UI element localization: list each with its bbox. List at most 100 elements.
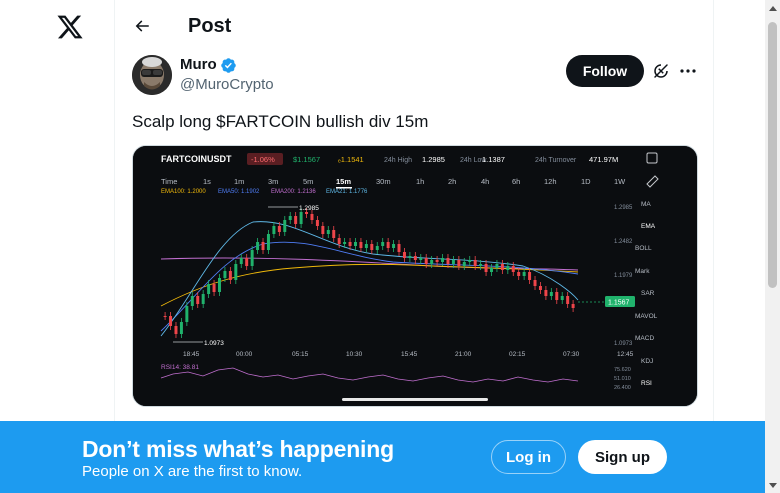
candle	[511, 266, 515, 272]
candle	[549, 292, 553, 296]
scrollbar[interactable]	[765, 0, 780, 493]
post-text: Scalp long $FARTCOIN bullish div 15m	[132, 112, 429, 131]
candle	[283, 220, 287, 232]
candle	[310, 214, 314, 220]
banner-subtitle: People on X are the first to know.	[82, 463, 303, 480]
candle	[359, 242, 363, 248]
time-axis-label: 12:45	[617, 351, 634, 358]
timeframe-1: 1s	[203, 177, 211, 186]
page: Post Muro @MuroCrypto Follow Scalp long …	[0, 0, 780, 493]
candle	[462, 262, 466, 266]
x-logo-icon[interactable]	[56, 13, 84, 41]
trough-label: 1.0973	[204, 340, 224, 347]
candle	[239, 258, 243, 264]
candle	[386, 242, 390, 248]
candle	[517, 272, 521, 276]
candle	[490, 268, 493, 272]
candle	[250, 250, 254, 266]
post-media-image[interactable]: FARTCOINUSDT -1.06% $1.1567 ₑ1.1541 24h …	[132, 145, 698, 407]
time-axis-label: 10:30	[346, 351, 363, 358]
ema-legend-2: EMA200: 1.2136	[271, 189, 316, 195]
candle	[348, 242, 352, 246]
candle	[419, 258, 423, 260]
back-arrow-icon	[135, 20, 149, 32]
candle	[218, 278, 221, 292]
chart-price: $1.1567	[293, 155, 320, 164]
indicator-mark: Mark	[635, 268, 650, 275]
main-column: Post Muro @MuroCrypto Follow Scalp long …	[114, 0, 714, 493]
price-axis-label: 1.2985	[614, 205, 633, 211]
indicator-boll: BOLL	[635, 245, 652, 252]
login-button[interactable]: Log in	[491, 440, 566, 474]
home-indicator	[342, 398, 488, 401]
candle	[495, 264, 499, 268]
author-name[interactable]: Muro	[180, 56, 217, 74]
grok-icon[interactable]	[652, 62, 670, 80]
chart-screenshot: FARTCOINUSDT -1.06% $1.1567 ₑ1.1541 24h …	[133, 146, 697, 406]
high-label: 24h High	[384, 157, 412, 164]
candle	[555, 292, 559, 300]
candle	[201, 294, 205, 304]
time-axis-label: 15:45	[401, 351, 418, 358]
timeframe-13: 1W	[614, 177, 626, 186]
candle	[392, 244, 396, 248]
page-title: Post	[188, 15, 232, 37]
indicator-rsi: RSI	[641, 380, 652, 387]
candle	[299, 212, 303, 224]
candle	[326, 230, 330, 234]
candle	[354, 242, 357, 246]
scroll-down-arrow-icon[interactable]	[765, 477, 780, 493]
timeframe-12: 1D	[581, 177, 591, 186]
scroll-up-arrow-icon[interactable]	[765, 0, 780, 16]
indicator-ema: EMA	[641, 223, 656, 230]
candle	[381, 242, 385, 246]
candle	[277, 226, 281, 232]
candle	[179, 322, 183, 334]
avatar[interactable]	[132, 55, 172, 95]
candle	[315, 220, 319, 226]
candle	[468, 260, 472, 262]
ema-legend-1: EMA50: 1.1902	[218, 189, 260, 195]
candle	[402, 252, 406, 258]
candle	[571, 304, 575, 308]
banner-title: Don’t miss what’s happening	[82, 436, 394, 462]
candle	[332, 230, 336, 238]
time-axis-label: 05:15	[292, 351, 309, 358]
ema-legend-3: EMA21: 1.1776	[326, 189, 368, 195]
candle	[528, 272, 532, 280]
turnover-label: 24h Turnover	[535, 157, 577, 164]
timeframe-9: 4h	[481, 177, 489, 186]
price-axis-label: 1.0973	[614, 341, 633, 347]
peak-label: 1.2985	[299, 205, 319, 212]
candle	[169, 316, 173, 326]
candle	[343, 242, 347, 244]
candle	[163, 316, 167, 317]
back-button[interactable]	[129, 13, 155, 39]
author-handle[interactable]: @MuroCrypto	[180, 76, 274, 94]
candle	[212, 284, 216, 292]
price-tag-value: 1.1567	[608, 300, 630, 307]
candle	[174, 326, 178, 334]
candle	[479, 264, 483, 266]
time-axis-label: 21:00	[455, 351, 472, 358]
candle	[375, 246, 379, 250]
follow-button[interactable]: Follow	[566, 55, 644, 87]
high-value: 1.2985	[422, 155, 445, 164]
candle	[245, 258, 249, 266]
candle	[424, 258, 428, 264]
signup-button[interactable]: Sign up	[578, 440, 667, 474]
indicator-mavol: MAVOL	[635, 313, 658, 320]
candle	[446, 258, 450, 264]
candle	[408, 256, 412, 258]
scrollbar-thumb[interactable]	[768, 22, 777, 288]
time-axis-label: 18:45	[183, 351, 200, 358]
chart-change: -1.06%	[251, 155, 275, 164]
more-options-icon[interactable]	[677, 62, 699, 80]
candle	[228, 271, 232, 280]
candle	[506, 266, 510, 270]
candle	[364, 244, 368, 248]
candle	[566, 296, 570, 304]
candle	[522, 272, 526, 276]
candle	[370, 244, 374, 250]
timeframe-6: 30m	[376, 177, 391, 186]
